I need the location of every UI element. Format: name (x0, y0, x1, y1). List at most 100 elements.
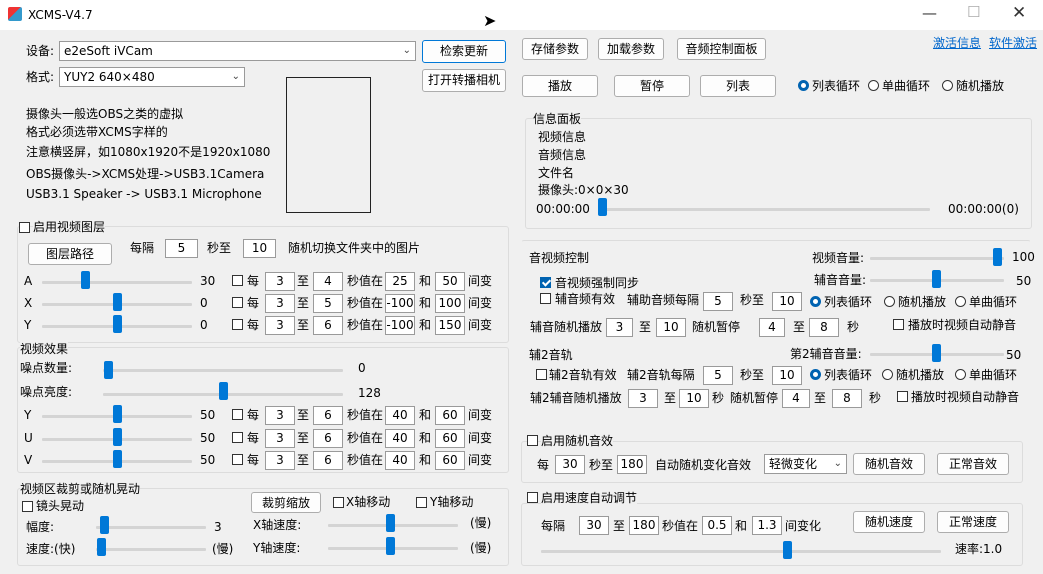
yuv-y-lo-input[interactable]: 40 (385, 406, 415, 425)
y-move-checkbox[interactable] (416, 497, 427, 508)
speed-from-input[interactable]: 30 (579, 516, 609, 535)
track2-from-input[interactable]: 5 (703, 366, 733, 385)
aux-rfrom-input[interactable]: 3 (606, 318, 633, 337)
yuv-y-to-input[interactable]: 6 (313, 406, 343, 425)
sync-checkbox[interactable] (540, 277, 551, 288)
speed-hi-input[interactable]: 1.3 (752, 516, 782, 535)
aux-loop-list-radio[interactable] (810, 296, 821, 307)
yuv-v-lo-input[interactable]: 40 (385, 451, 415, 470)
axis-y-checkbox[interactable] (232, 319, 243, 330)
axis-x-thumb[interactable] (113, 293, 122, 311)
yuv-u-from-input[interactable]: 3 (265, 429, 295, 448)
axis-y-thumb[interactable] (113, 315, 122, 333)
track2-vol-thumb[interactable] (932, 344, 941, 362)
aux-pto-input[interactable]: 8 (809, 318, 839, 337)
aux-random-radio[interactable] (884, 296, 895, 307)
track2-valid-checkbox[interactable] (536, 369, 547, 380)
yuv-y-checkbox[interactable] (232, 409, 243, 420)
speed-slider-thumb[interactable] (783, 541, 792, 559)
minimize-icon[interactable]: — (922, 4, 937, 22)
yuv-u-checkbox[interactable] (232, 432, 243, 443)
axis-a-lo-input[interactable]: 25 (385, 272, 415, 291)
yuv-y-thumb[interactable] (113, 405, 122, 423)
maximize-icon[interactable]: ☐ (967, 3, 980, 21)
track2-pfrom-input[interactable]: 4 (782, 389, 810, 408)
axis-a-checkbox[interactable] (232, 275, 243, 286)
axis-x-hi-input[interactable]: 100 (435, 294, 465, 313)
normal-sfx-button[interactable]: 正常音效 (937, 453, 1009, 475)
pause-button[interactable]: 暂停 (614, 75, 690, 97)
speed-lo-input[interactable]: 0.5 (702, 516, 732, 535)
yuv-v-thumb[interactable] (113, 450, 122, 468)
aux-mute-checkbox[interactable] (893, 319, 904, 330)
search-update-button[interactable]: 检索更新 (422, 40, 506, 63)
speed-thumb[interactable] (97, 538, 106, 556)
random-play-radio[interactable] (942, 80, 953, 91)
sfx-from-input[interactable]: 30 (555, 455, 585, 474)
aux-rto-input[interactable]: 10 (656, 318, 686, 337)
track2-random-radio[interactable] (882, 369, 893, 380)
sfx-preset-select[interactable]: 轻微变化 ⌄ (764, 454, 847, 474)
speed-to-input[interactable]: 180 (629, 516, 659, 535)
yuv-v-hi-input[interactable]: 60 (435, 451, 465, 470)
audio-panel-button[interactable]: 音频控制面板 (677, 38, 766, 60)
axis-a-thumb[interactable] (81, 271, 90, 289)
yuv-u-to-input[interactable]: 6 (313, 429, 343, 448)
normal-speed-button[interactable]: 正常速度 (937, 511, 1009, 533)
aux-single-radio[interactable] (955, 296, 966, 307)
y-speed-thumb[interactable] (386, 537, 395, 555)
loop-list-radio[interactable] (798, 80, 809, 91)
video-vol-thumb[interactable] (993, 248, 1002, 266)
loop-single-radio[interactable] (868, 80, 879, 91)
track2-single-radio[interactable] (955, 369, 966, 380)
activate-info-link[interactable]: 激活信息 (933, 34, 981, 51)
layer-to-input[interactable]: 10 (243, 239, 276, 258)
yuv-y-hi-input[interactable]: 60 (435, 406, 465, 425)
shake-checkbox[interactable] (22, 501, 33, 512)
speed-enable-checkbox[interactable] (527, 492, 538, 503)
noise-count-thumb[interactable] (104, 361, 113, 379)
track2-mute-checkbox[interactable] (897, 391, 908, 402)
track2-rfrom-input[interactable]: 3 (628, 389, 658, 408)
x-move-checkbox[interactable] (333, 497, 344, 508)
random-sfx-button[interactable]: 随机音效 (853, 453, 925, 475)
axis-y-to-input[interactable]: 6 (313, 316, 343, 335)
axis-a-hi-input[interactable]: 50 (435, 272, 465, 291)
yuv-v-to-input[interactable]: 6 (313, 451, 343, 470)
axis-a-to-input[interactable]: 4 (313, 272, 343, 291)
save-params-button[interactable]: 存储参数 (522, 38, 588, 60)
track2-to-input[interactable]: 10 (772, 366, 802, 385)
load-params-button[interactable]: 加载参数 (598, 38, 664, 60)
axis-x-from-input[interactable]: 3 (265, 294, 295, 313)
noise-bright-thumb[interactable] (219, 382, 228, 400)
sfx-to-input[interactable]: 180 (617, 455, 647, 474)
axis-y-hi-input[interactable]: 150 (435, 316, 465, 335)
device-select[interactable]: e2eSoft iVCam ⌄ (59, 41, 416, 61)
progress-thumb[interactable] (598, 198, 607, 216)
axis-y-lo-input[interactable]: -100 (385, 316, 415, 335)
layer-path-button[interactable]: 图层路径 (28, 243, 112, 265)
axis-x-checkbox[interactable] (232, 297, 243, 308)
yuv-v-checkbox[interactable] (232, 454, 243, 465)
format-select[interactable]: YUY2 640×480 ⌄ (59, 67, 245, 87)
aux-pfrom-input[interactable]: 4 (759, 318, 785, 337)
aux-vol-thumb[interactable] (932, 270, 941, 288)
aux-from-input[interactable]: 5 (703, 292, 733, 311)
layer-from-input[interactable]: 5 (165, 239, 198, 258)
crop-zoom-button[interactable]: 裁剪缩放 (251, 492, 321, 513)
sfx-enable-checkbox[interactable] (527, 435, 538, 446)
list-button[interactable]: 列表 (700, 75, 776, 97)
yuv-v-from-input[interactable]: 3 (265, 451, 295, 470)
close-icon[interactable]: ✕ (1012, 3, 1026, 23)
track2-rto-input[interactable]: 10 (679, 389, 709, 408)
yuv-u-hi-input[interactable]: 60 (435, 429, 465, 448)
open-camera-button[interactable]: 打开转播相机 (422, 69, 506, 92)
random-speed-button[interactable]: 随机速度 (853, 511, 925, 533)
soft-activate-link[interactable]: 软件激活 (989, 34, 1037, 51)
yuv-y-from-input[interactable]: 3 (265, 406, 295, 425)
aux-valid-checkbox[interactable] (540, 293, 551, 304)
track2-pto-input[interactable]: 8 (832, 389, 862, 408)
axis-y-from-input[interactable]: 3 (265, 316, 295, 335)
x-speed-thumb[interactable] (386, 514, 395, 532)
axis-x-to-input[interactable]: 5 (313, 294, 343, 313)
